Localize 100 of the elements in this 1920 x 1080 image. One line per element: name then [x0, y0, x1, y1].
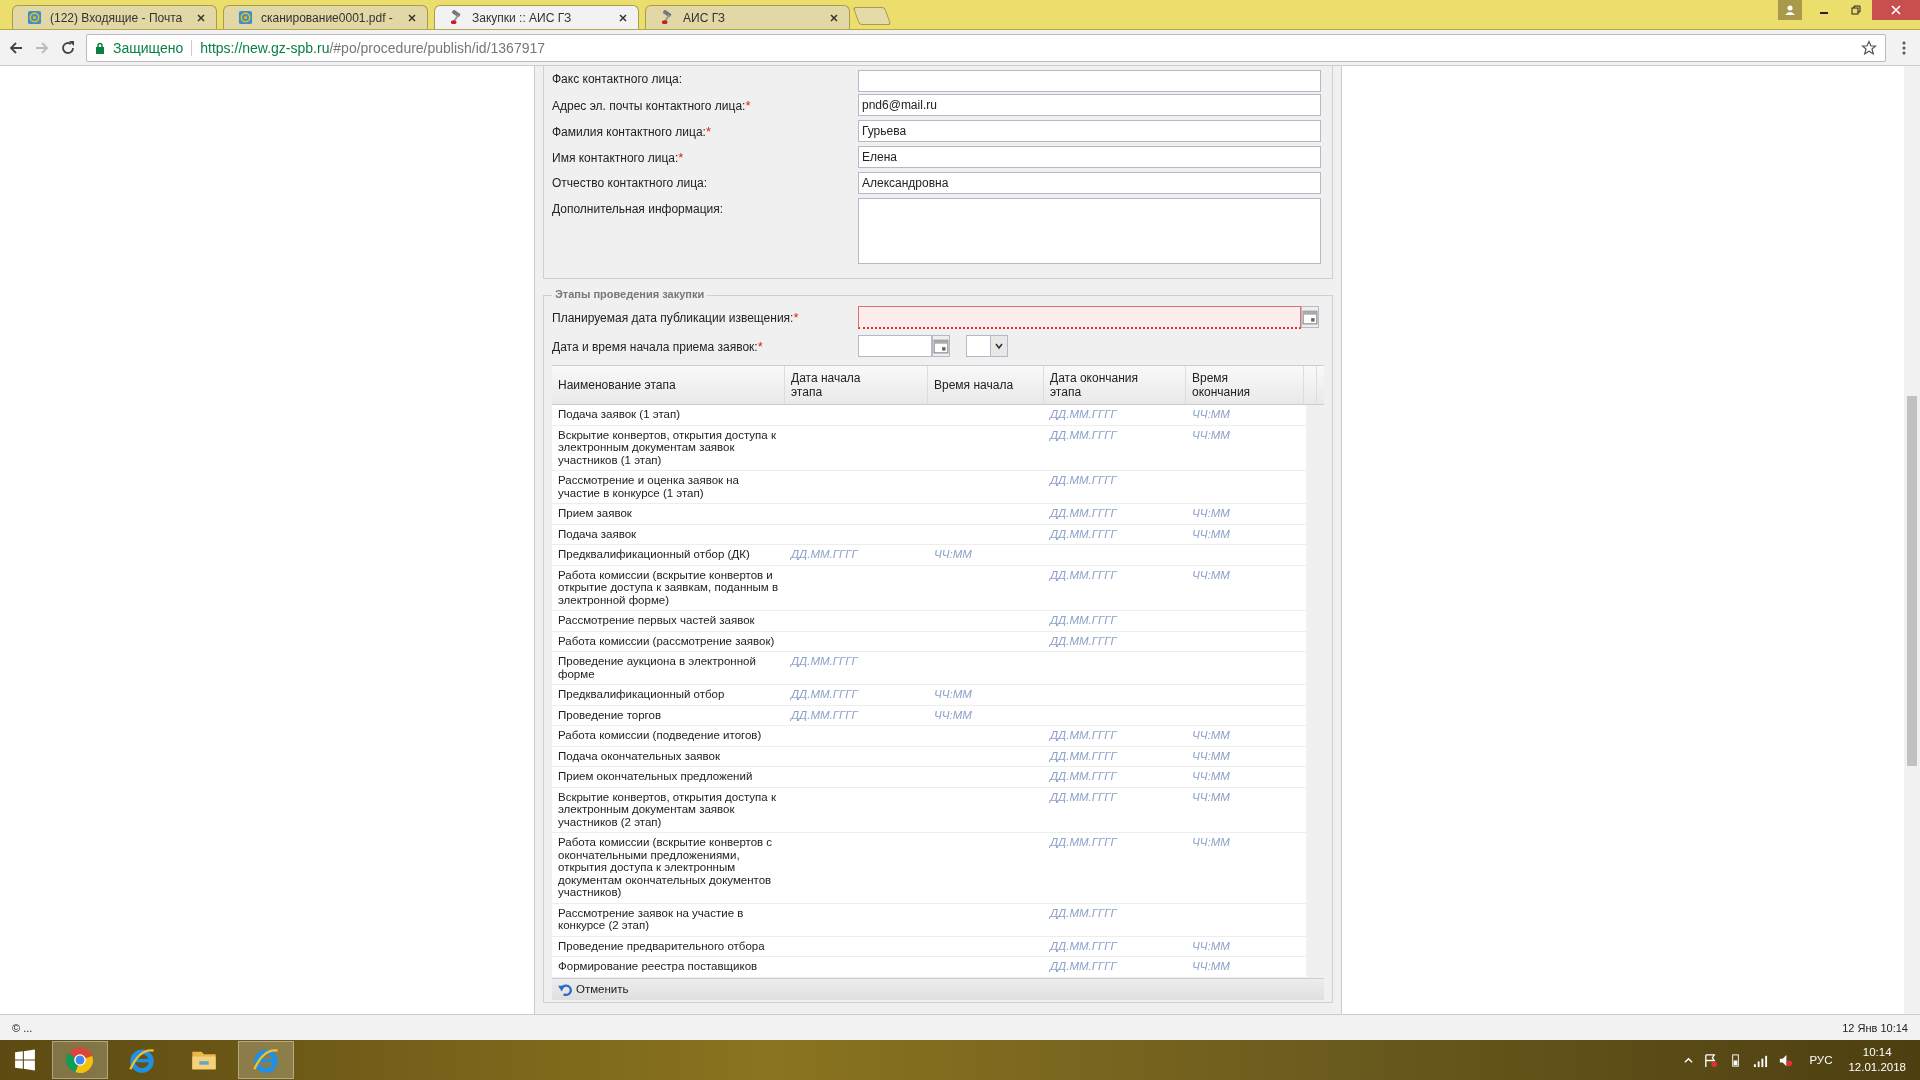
- language-indicator[interactable]: РУС: [1809, 1054, 1833, 1066]
- table-cell-text: ДД.ММ.ГГГГ: [1048, 959, 1119, 974]
- calendar-icon[interactable]: [932, 335, 950, 357]
- secure-label: Защищено: [113, 39, 184, 56]
- table-cell-text: Рассмотрение заявок на участие в конкурсе (2 этап): [557, 905, 745, 933]
- column-header: Время окончания: [1186, 366, 1304, 404]
- field-label: Факс контактного лица:: [552, 71, 684, 86]
- chrome-icon: [66, 1046, 94, 1074]
- chevron-down-icon: [994, 341, 1004, 351]
- table-cell-text: ДД.ММ.ГГГГ: [789, 654, 860, 669]
- table-cell-text: ЧЧ:ММ: [1191, 835, 1231, 850]
- table-cell-text: ДД.ММ.ГГГГ: [1048, 905, 1119, 921]
- table-cell-text: ЧЧ:ММ: [1191, 959, 1231, 974]
- window-close-button[interactable]: [1872, 0, 1920, 20]
- input-field[interactable]: pnd6@mail.ru: [858, 94, 1321, 116]
- date-field[interactable]: [858, 335, 932, 357]
- table-cell-text: Работа комиссии (рассмотрение заявок): [557, 633, 776, 649]
- table-cell-text: ЧЧ:ММ: [1191, 728, 1231, 743]
- field-label: Фамилия контактного лица:*: [552, 123, 712, 139]
- table-cell-text: ЧЧ:ММ: [1191, 526, 1231, 542]
- table-cell-text: ДД.ММ.ГГГГ: [789, 547, 860, 562]
- table-cell-text: ЧЧ:ММ: [1191, 789, 1231, 805]
- column-header: Дата окончания этапа: [1044, 366, 1186, 404]
- table-cell-text: ДД.ММ.ГГГГ: [1048, 506, 1119, 521]
- lock-icon: [95, 41, 105, 54]
- back-icon[interactable]: [8, 39, 24, 56]
- input-field[interactable]: Александровна: [858, 172, 1321, 194]
- table-cell-text: ДД.ММ.ГГГГ: [1048, 748, 1119, 764]
- table-cell-text: ДД.ММ.ГГГГ: [1048, 728, 1119, 743]
- table-cell-text: ЧЧ:ММ: [933, 687, 973, 702]
- table-cell-text: ДД.ММ.ГГГГ: [1048, 427, 1119, 443]
- calendar-icon[interactable]: [1301, 306, 1319, 328]
- table-cell-text: Вскрытие конвертов, открытия доступа к электронным документам заявок участников (2 этап): [557, 789, 777, 830]
- table-cell-text: ДД.ММ.ГГГГ: [1048, 613, 1119, 628]
- table-cell-text: Работа комиссии (вскрытие конвертов с окончательными предложениями, открытия доступа к электронным документам окончательных документов участников): [557, 835, 774, 900]
- table-cell-text: ДД.ММ.ГГГГ: [1048, 835, 1119, 850]
- browser-e-icon: [128, 1046, 156, 1074]
- table-cell-text: Вскрытие конвертов, открытия доступа к электронным документам заявок участников (1 этап): [557, 427, 777, 468]
- flag-icon[interactable]: [1703, 1052, 1719, 1068]
- table-cell-text: ДД.ММ.ГГГГ: [1048, 789, 1119, 805]
- column-header: Наименование этапа: [552, 366, 785, 404]
- reload-icon[interactable]: [60, 39, 76, 56]
- close-icon[interactable]: [407, 12, 417, 23]
- close-icon[interactable]: [618, 12, 628, 23]
- restore-icon[interactable]: [1850, 4, 1862, 16]
- field-label: Адрес эл. почты контактного лица:*: [552, 97, 752, 113]
- address-field[interactable]: Защищено https://new.gz-spb.ru/#po/procedure/publish/id/1367917: [86, 33, 1886, 62]
- browser-tab[interactable]: (122) Входящие - Почта: [12, 5, 217, 29]
- table-cell-text: ДД.ММ.ГГГГ: [1048, 938, 1119, 954]
- table-cell-text: Рассмотрение и оценка заявок на участие в конкурсе (1 этап): [557, 473, 740, 501]
- section-legend: Этапы проведения закупки: [552, 288, 708, 300]
- column-header: Дата начала этапа: [785, 366, 928, 404]
- field-label: Планируемая дата публикации извещения:*: [552, 309, 800, 325]
- table-cell-text: ЧЧ:ММ: [1191, 427, 1231, 443]
- column-header: Время начала: [928, 366, 1044, 404]
- table-cell-text: Проведение торгов: [557, 707, 663, 723]
- star-icon[interactable]: [1861, 39, 1877, 56]
- table-cell-text: ЧЧ:ММ: [933, 707, 973, 723]
- table-cell-text: Подача заявок: [557, 526, 638, 542]
- close-icon[interactable]: [196, 12, 206, 23]
- table-cell-text: ДД.ММ.ГГГГ: [1048, 407, 1119, 422]
- table-cell-text: Рассмотрение первых частей заявок: [557, 613, 756, 628]
- clock[interactable]: 10:14 12.01.2018: [1848, 1045, 1906, 1075]
- close-icon: [1890, 4, 1902, 16]
- table-cell-text: Работа комиссии (подведение итогов): [557, 728, 763, 743]
- status-text: © ...: [12, 1021, 33, 1034]
- table-cell-text: Прием заявок: [557, 506, 633, 521]
- table-cell-text: Проведение аукциона в электронной форме: [557, 654, 757, 682]
- user-button[interactable]: [1778, 0, 1802, 20]
- cancel-button[interactable]: Отменить: [556, 980, 631, 998]
- table-cell-text: ЧЧ:ММ: [1191, 407, 1231, 422]
- input-field[interactable]: Елена: [858, 146, 1321, 168]
- browser-e-icon: [252, 1046, 280, 1074]
- chevron-up-icon[interactable]: [1684, 1055, 1694, 1065]
- scrollbar[interactable]: [1904, 66, 1920, 1014]
- table-cell-text: ДД.ММ.ГГГГ: [1048, 473, 1119, 488]
- browser-tab[interactable]: Закупки :: АИС ГЗ: [434, 5, 639, 29]
- table-cell-text: Предквалификационный отбор: [557, 687, 726, 702]
- input-field[interactable]: Гурьева: [858, 120, 1321, 142]
- table-cell-text: Предквалификационный отбор (ДК): [557, 547, 751, 562]
- table-cell-text: Проведение предварительного отбора: [557, 938, 766, 954]
- table-cell-text: Формирование реестра поставщиков: [557, 959, 759, 974]
- table-cell-text: ЧЧ:ММ: [1191, 938, 1231, 954]
- browser-tab[interactable]: АИС ГЗ: [645, 5, 850, 29]
- table-cell-text: Работа комиссии (вскрытие конвертов и открытие доступа к заявкам, поданным в электронной форме): [557, 567, 780, 608]
- taskbar-button[interactable]: [52, 1041, 108, 1079]
- table-cell-text: ДД.ММ.ГГГГ: [1048, 633, 1119, 649]
- field-label: Дата и время начала приема заявок:*: [552, 338, 764, 354]
- browser-tab[interactable]: сканирование0001.pdf -: [223, 5, 428, 29]
- date-field[interactable]: [858, 306, 1301, 329]
- windows-start-icon[interactable]: [14, 1049, 36, 1071]
- table-cell-text: Подача заявок (1 этап): [557, 407, 681, 422]
- close-icon[interactable]: [829, 12, 839, 23]
- input-field[interactable]: [858, 70, 1321, 92]
- table-cell-text: Прием окончательных предложений: [557, 769, 754, 784]
- field-label: Имя контактного лица:*: [552, 149, 685, 165]
- url-text: https://new.gz-spb.ru/#po/procedure/publish/id/1367917: [200, 39, 546, 56]
- table-cell-text: ДД.ММ.ГГГГ: [1048, 526, 1119, 542]
- table-cell-text: ДД.ММ.ГГГГ: [789, 707, 860, 723]
- field-label: Дополнительная информация:: [552, 201, 725, 216]
